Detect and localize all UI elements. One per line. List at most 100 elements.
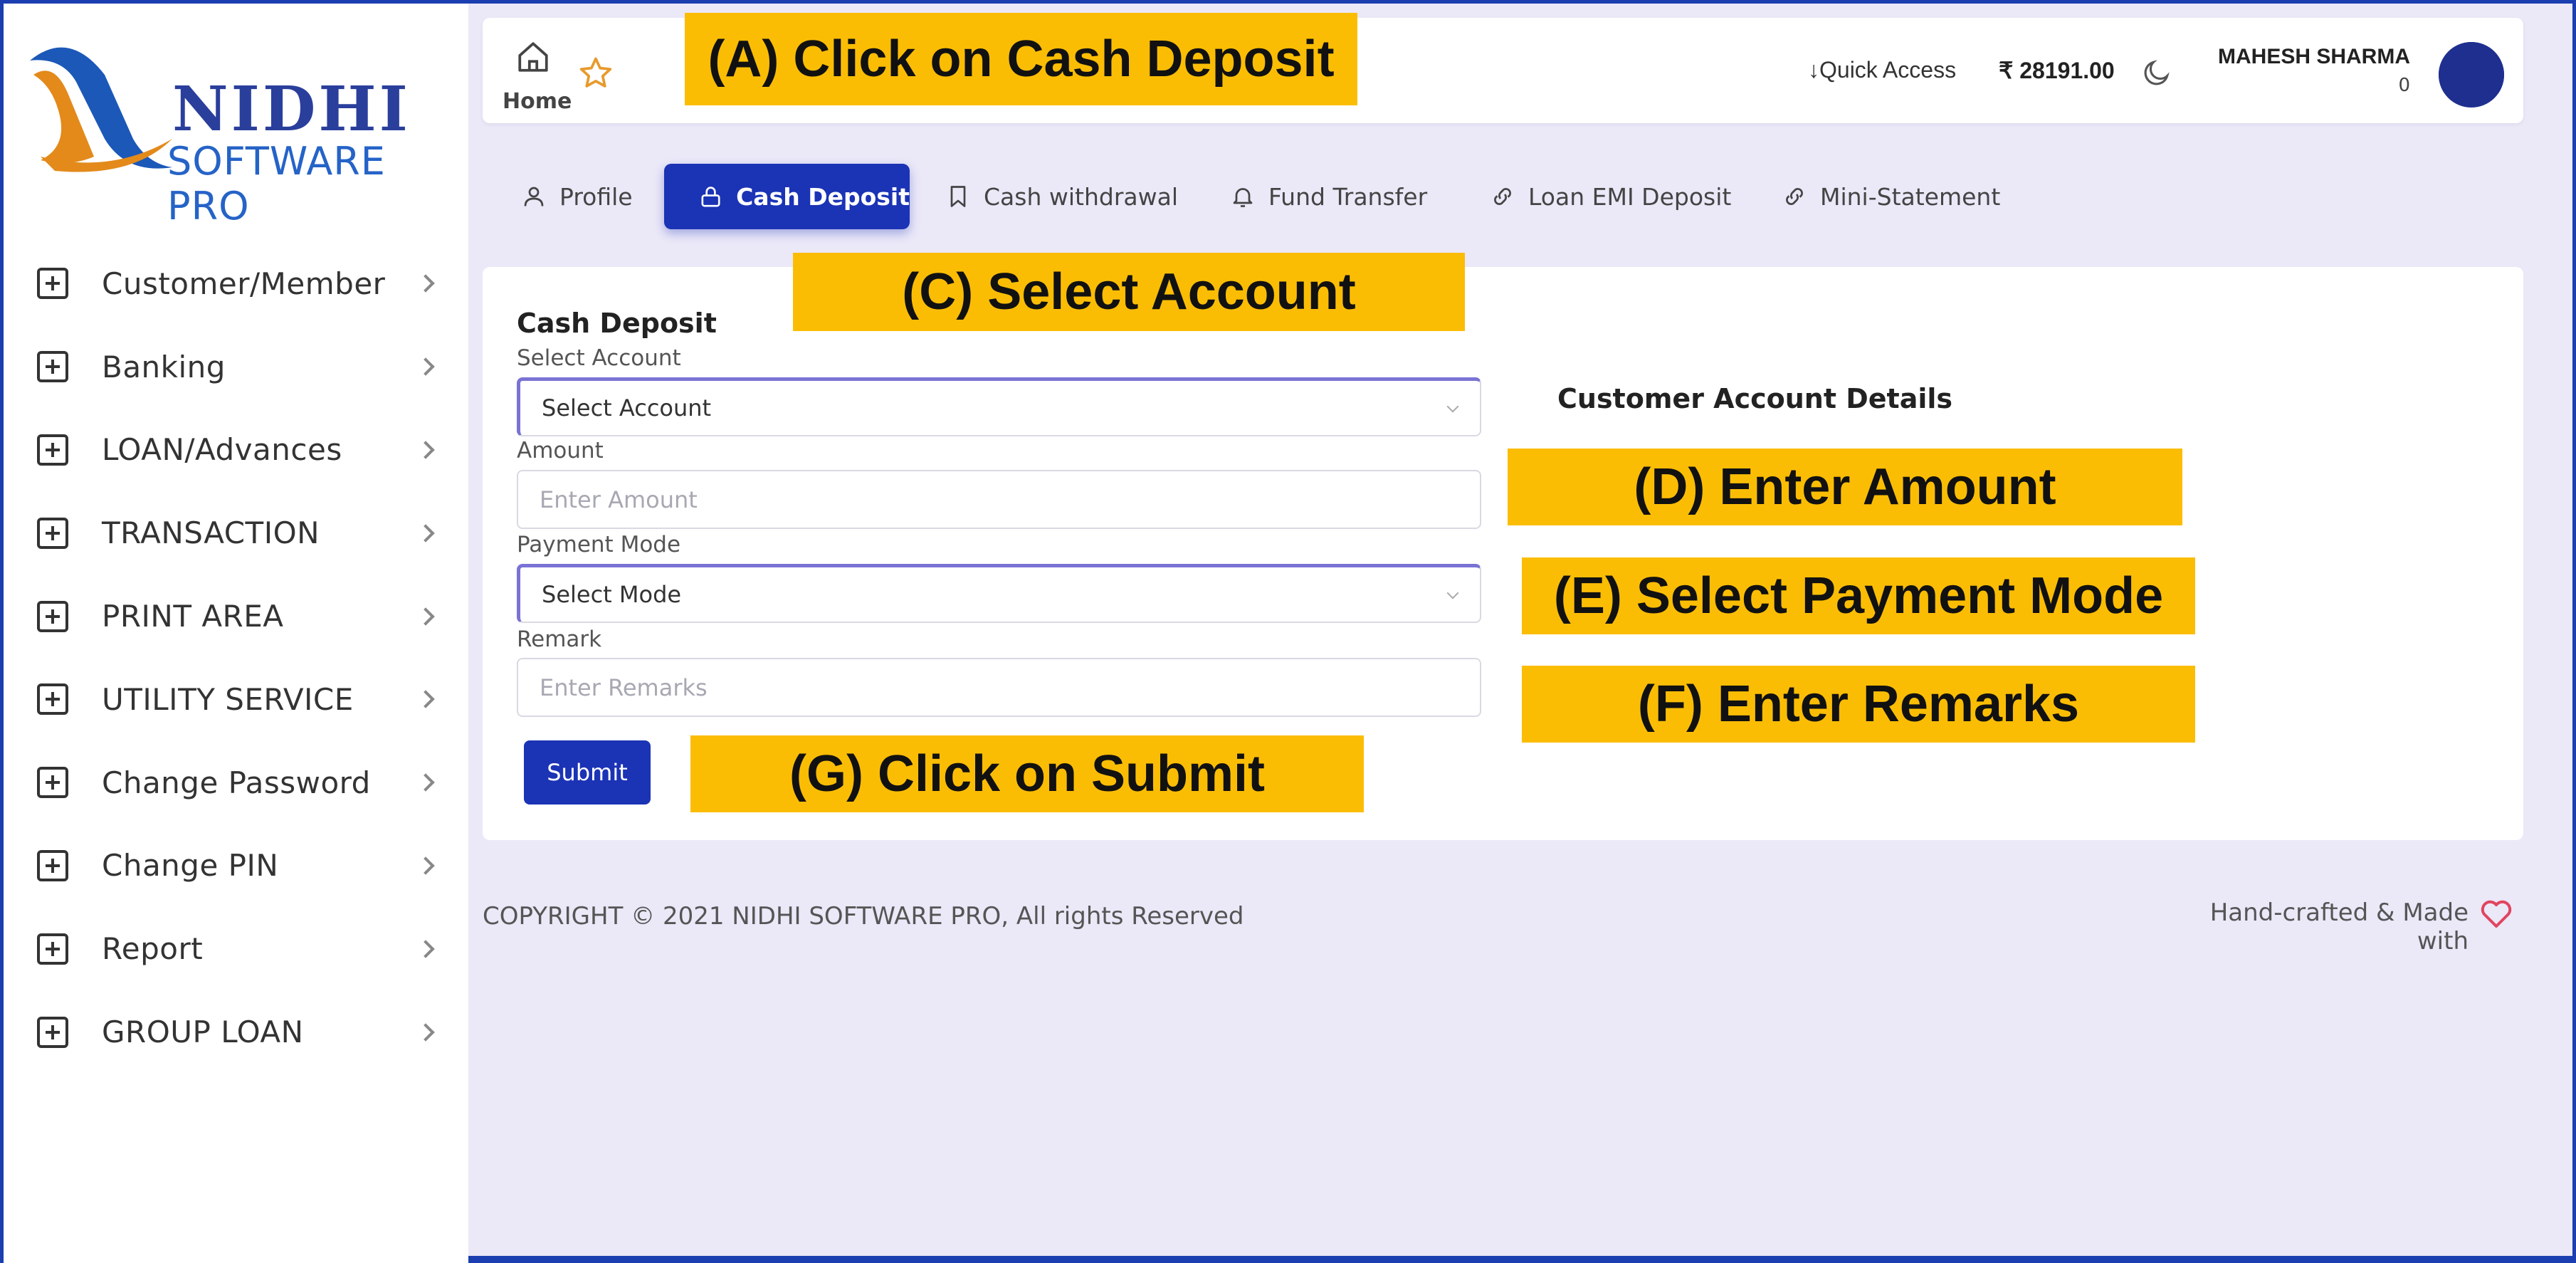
amount-input[interactable]: [540, 486, 1480, 513]
tab-label: Profile: [559, 182, 633, 211]
wallet-balance: ₹ 28191.00: [1999, 58, 2115, 83]
tab-label: Mini-Statement: [1820, 182, 2001, 211]
chevron-right-icon: [416, 441, 435, 459]
sidebar-item-print-area[interactable]: PRINT AREA: [4, 575, 468, 658]
quick-access-label: Quick Access: [1819, 57, 1957, 83]
chevron-right-icon: [416, 524, 435, 543]
brand-name: NIDHI: [172, 73, 411, 145]
sidebar-menu: Customer/Member Banking LOAN/Advances TR…: [4, 242, 468, 1074]
home-icon: [518, 42, 548, 72]
star-icon[interactable]: [577, 55, 614, 92]
plus-square-icon: [37, 600, 68, 632]
link-icon: [1494, 188, 1511, 205]
main-content: Home ↓Quick Access ₹ 28191.00 MAHESH SHA…: [468, 4, 2572, 1256]
submit-button[interactable]: Submit: [524, 740, 651, 805]
sidebar-item-label: Report: [102, 931, 204, 967]
amount-label: Amount: [517, 438, 604, 463]
tab-cash-withdrawal[interactable]: Cash withdrawal: [945, 164, 1202, 229]
tab-label: Cash Deposit: [736, 182, 910, 211]
plus-square-icon: [37, 517, 68, 549]
footer-made-with: Hand-crafted & Made with: [2209, 898, 2469, 955]
sidebar-item-banking[interactable]: Banking: [4, 325, 468, 409]
tab-cash-deposit[interactable]: Cash Deposit: [664, 164, 910, 229]
plus-square-icon: [37, 351, 68, 383]
remark-field[interactable]: [517, 658, 1481, 717]
callout-a: (A) Click on Cash Deposit: [685, 13, 1357, 105]
sidebar-item-label: PRINT AREA: [102, 599, 284, 634]
plus-square-icon: [37, 767, 68, 799]
moon-icon[interactable]: [2141, 57, 2172, 88]
customer-account-details-title: Customer Account Details: [1557, 383, 1953, 414]
tab-label: Cash withdrawal: [984, 182, 1178, 211]
account-select-value: Select Account: [542, 394, 712, 421]
payment-mode-value: Select Mode: [542, 581, 682, 608]
form-title: Cash Deposit: [517, 308, 717, 339]
footer-copyright: COPYRIGHT © 2021 NIDHI SOFTWARE PRO, All…: [483, 902, 1244, 931]
user-name: MAHESH SHARMA: [2218, 45, 2410, 68]
plus-square-icon: [37, 849, 68, 881]
quick-access-button[interactable]: ↓Quick Access: [1808, 57, 1956, 83]
amount-field[interactable]: [517, 470, 1481, 529]
chevron-down-icon: [1446, 400, 1459, 413]
logo-n-icon: [30, 47, 172, 172]
chevron-right-icon: [416, 690, 435, 709]
sidebar-item-loan-advances[interactable]: LOAN/Advances: [4, 409, 468, 492]
tab-label: Loan EMI Deposit: [1528, 182, 1732, 211]
online-status-dot: [2439, 42, 2504, 108]
callout-g: (G) Click on Submit: [690, 735, 1364, 812]
sidebar-item-label: GROUP LOAN: [102, 1015, 304, 1050]
bottom-border: [468, 1256, 2576, 1263]
chevron-down-icon: [1446, 587, 1459, 599]
tab-fund-transfer[interactable]: Fund Transfer: [1230, 164, 1472, 229]
callout-f: (F) Enter Remarks: [1522, 666, 2195, 743]
plus-square-icon: [37, 1016, 68, 1048]
brand-logo[interactable]: NIDHI SOFTWARE PRO: [26, 32, 432, 229]
bell-icon: [1233, 188, 1253, 207]
callout-d: (D) Enter Amount: [1508, 449, 2182, 525]
sidebar-item-change-pin[interactable]: Change PIN: [4, 824, 468, 908]
tab-label: Fund Transfer: [1268, 182, 1428, 211]
sidebar-item-label: TRANSACTION: [102, 515, 320, 551]
sidebar-item-customer-member[interactable]: Customer/Member: [4, 242, 468, 325]
chevron-right-icon: [416, 773, 435, 792]
tab-profile[interactable]: Profile: [504, 164, 639, 229]
sidebar-item-transaction[interactable]: TRANSACTION: [4, 491, 468, 575]
payment-mode-label: Payment Mode: [517, 532, 681, 557]
sidebar-item-group-loan[interactable]: GROUP LOAN: [4, 990, 468, 1074]
plus-square-icon: [37, 933, 68, 965]
sidebar-item-change-password[interactable]: Change Password: [4, 741, 468, 824]
link-icon: [1786, 188, 1803, 205]
bookmark-icon: [950, 186, 966, 207]
account-select[interactable]: Select Account: [517, 377, 1481, 436]
sidebar: NIDHI SOFTWARE PRO Customer/Member Banki…: [4, 4, 468, 1263]
chevron-right-icon: [416, 1022, 435, 1042]
brand-subtitle: SOFTWARE PRO: [167, 139, 386, 229]
sidebar-item-utility-service[interactable]: UTILITY SERVICE: [4, 658, 468, 741]
remark-label: Remark: [517, 627, 602, 652]
sidebar-item-report[interactable]: Report: [4, 907, 468, 990]
home-button[interactable]: Home: [503, 39, 572, 114]
account-label: Select Account: [517, 345, 681, 371]
sidebar-item-label: Change Password: [102, 765, 371, 800]
chevron-right-icon: [416, 856, 435, 875]
chevron-right-icon: [416, 357, 435, 376]
sidebar-item-label: Change PIN: [102, 848, 279, 884]
home-label: Home: [503, 89, 572, 114]
quick-access-arrow-icon: ↓: [1808, 57, 1819, 83]
payment-mode-select[interactable]: Select Mode: [517, 564, 1481, 623]
sidebar-item-label: UTILITY SERVICE: [102, 681, 354, 717]
tab-loan-emi-deposit[interactable]: Loan EMI Deposit: [1490, 164, 1775, 229]
lock-icon: [701, 187, 720, 207]
plus-square-icon: [37, 434, 68, 466]
plus-square-icon: [37, 683, 68, 716]
sidebar-item-label: Customer/Member: [102, 266, 386, 301]
sidebar-item-label: Banking: [102, 349, 226, 384]
chevron-right-icon: [416, 607, 435, 626]
sidebar-item-label: LOAN/Advances: [102, 432, 342, 468]
plus-square-icon: [37, 268, 68, 300]
heart-icon: [2481, 900, 2512, 928]
callout-e: (E) Select Payment Mode: [1522, 557, 2195, 634]
remark-input[interactable]: [540, 674, 1480, 701]
user-count: 0: [2398, 75, 2410, 96]
tab-mini-statement[interactable]: Mini-Statement: [1782, 164, 2017, 229]
